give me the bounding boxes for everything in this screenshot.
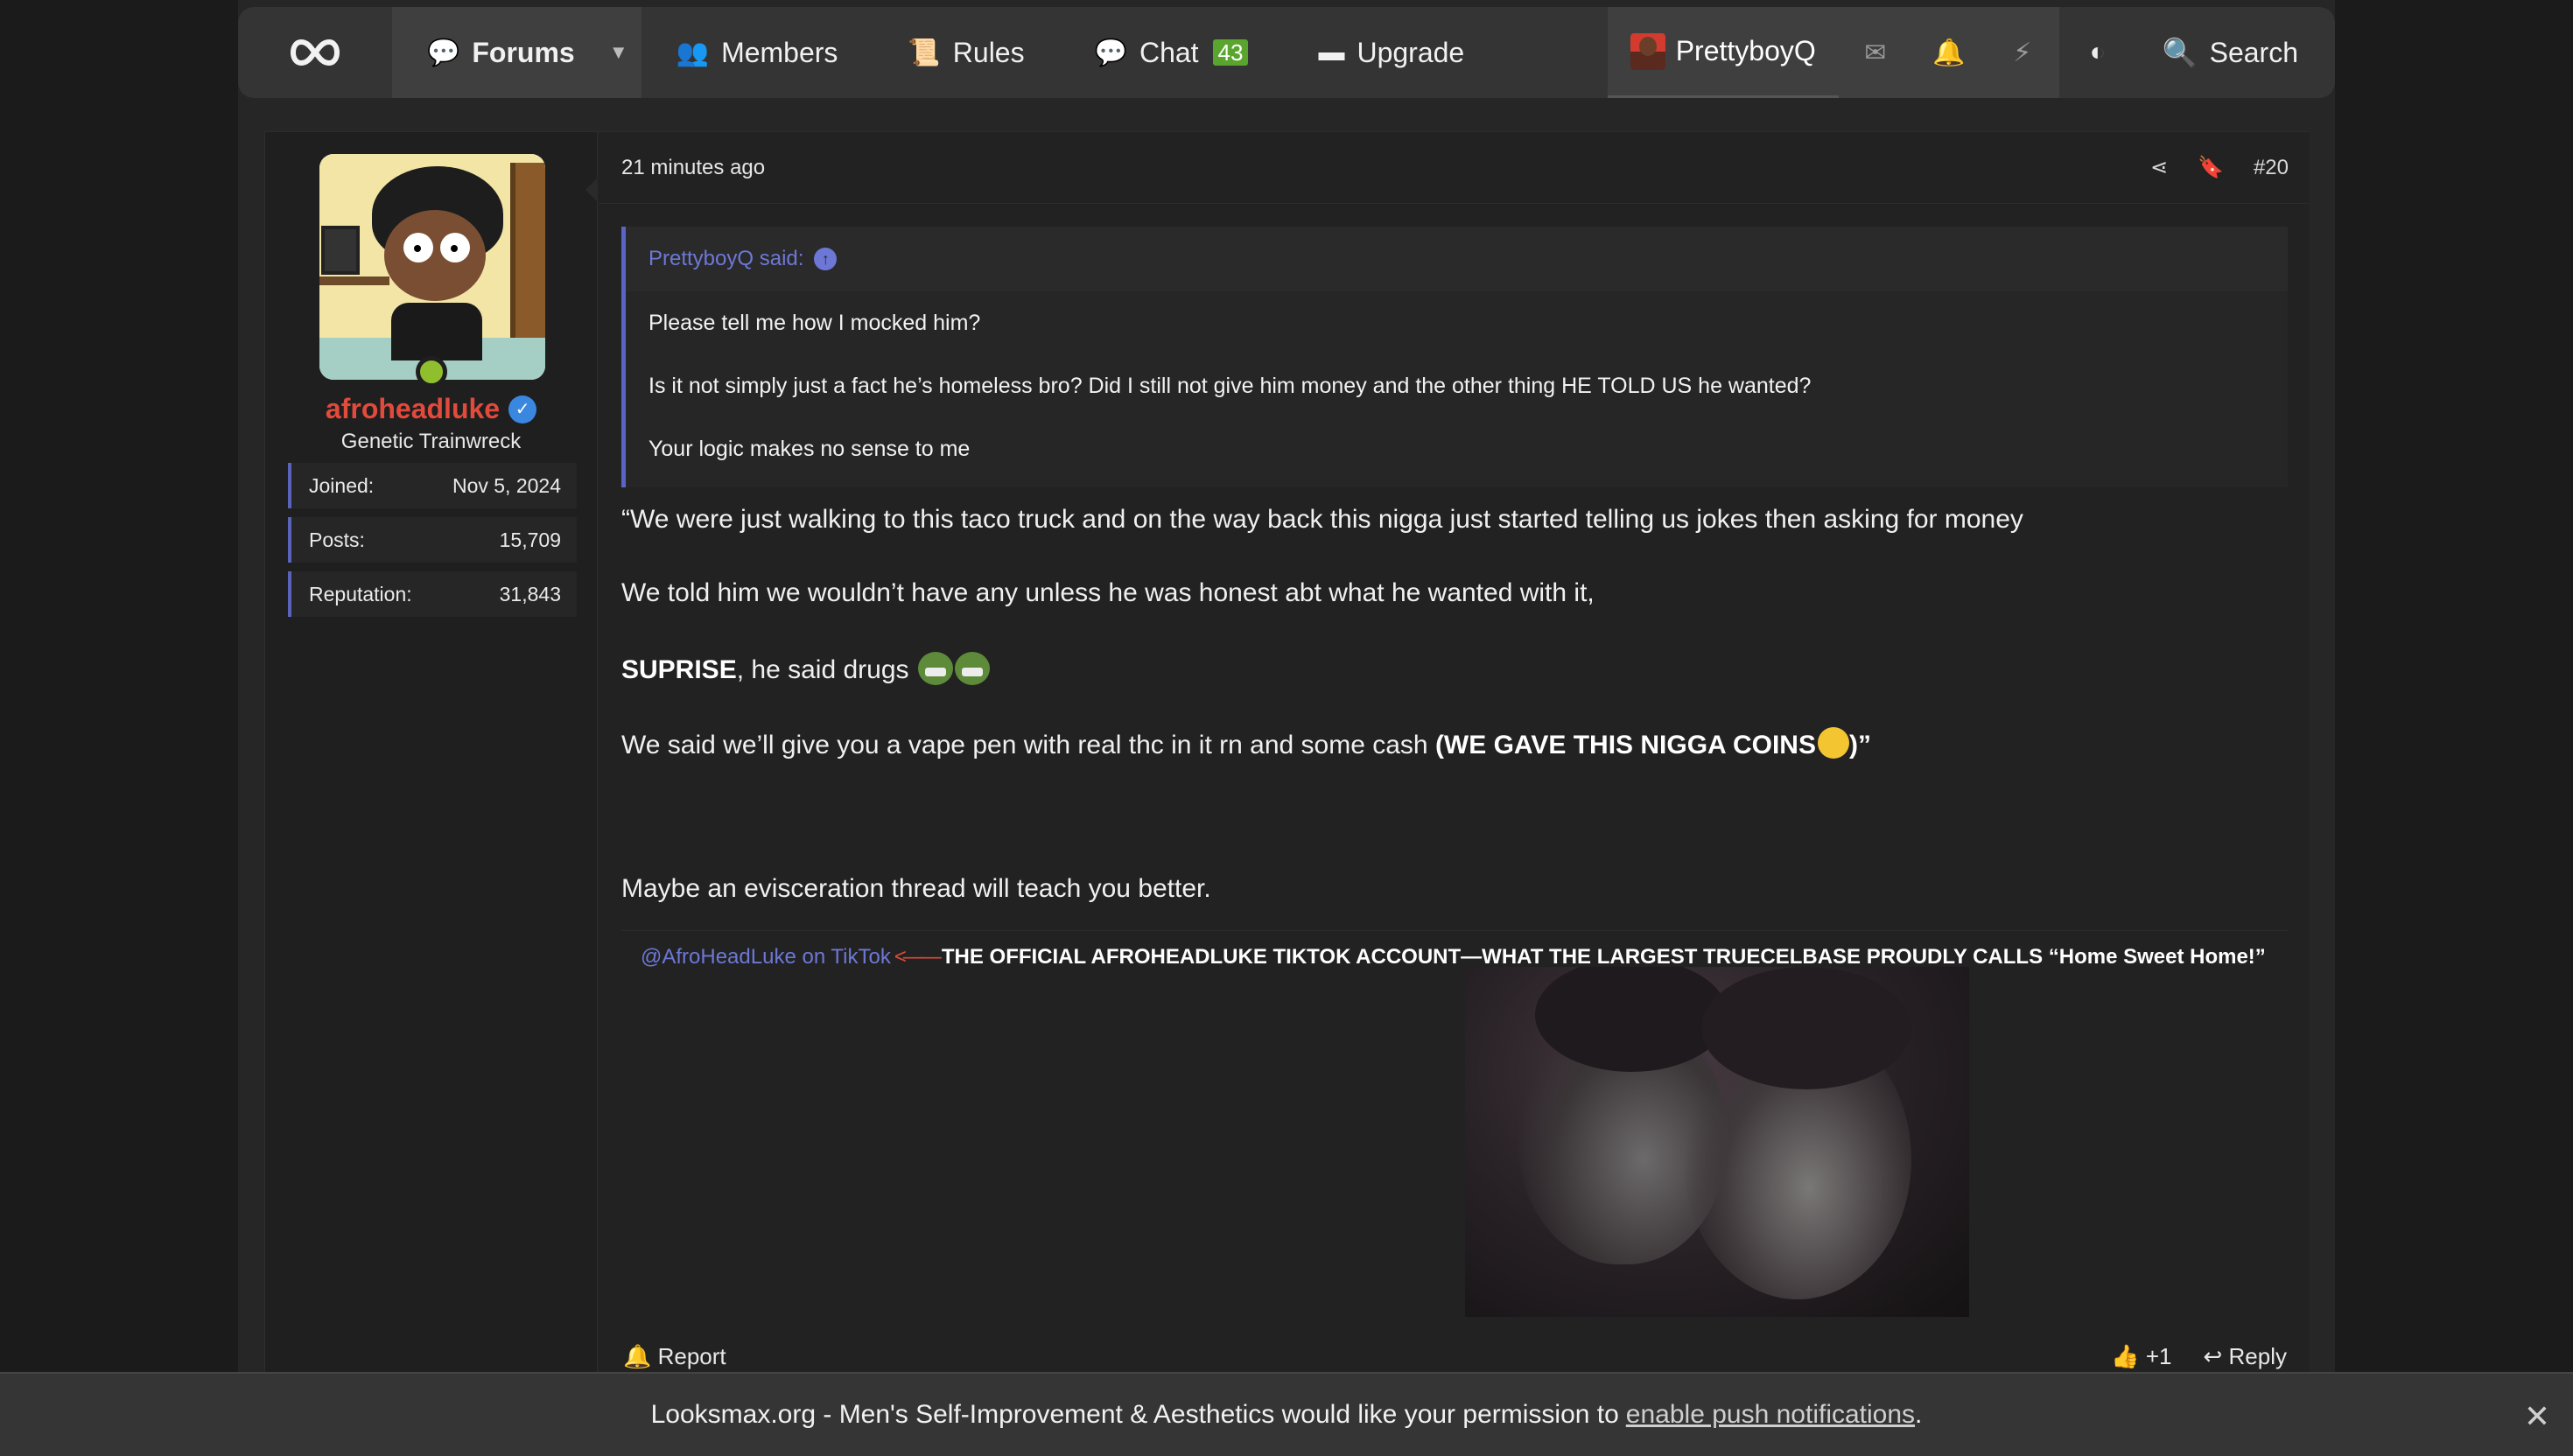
quote-line: Please tell me how I mocked him? [649, 310, 981, 335]
post-content: 21 minutes ago ⋖ 🔖 #20 PrettyboyQ said: … [599, 132, 2310, 1373]
comments-icon: 💬 [427, 38, 460, 67]
nav-forums-label: Forums [472, 36, 575, 68]
bolt-icon[interactable]: ⚡ [1986, 7, 2059, 98]
signature-arrow: <—— [894, 944, 942, 969]
nav-chat[interactable]: 💬 Chat 43 [1060, 7, 1284, 98]
post-timestamp[interactable]: 21 minutes ago [621, 156, 765, 180]
stat-posts: Posts: 15,709 [288, 517, 577, 563]
quote-line: Your logic makes no sense to me [649, 436, 971, 461]
stat-joined: Joined: Nov 5, 2024 [288, 463, 577, 508]
post-body-line: We told him we wouldn’t have any unless … [621, 578, 1595, 607]
verified-check-icon: ✓ [508, 395, 537, 424]
stat-label: Reputation: [309, 582, 412, 606]
laughing-crying-emoji-icon [1817, 727, 1849, 759]
nav-members[interactable]: 👥 Members [641, 7, 873, 98]
signature-image [1465, 967, 1969, 1317]
pepe-laugh-emoji-icon [954, 652, 990, 685]
push-notification-banner: Looksmax.org - Men's Self-Improvement & … [0, 1372, 2573, 1456]
user-title: Genetic Trainwreck [340, 430, 522, 453]
bell-icon[interactable]: 🔔 [1912, 7, 1986, 98]
bold-text: )” [1848, 731, 1871, 760]
envelope-icon[interactable]: ✉ [1839, 7, 1912, 98]
nav-account[interactable]: PrettyboyQ [1607, 7, 1839, 98]
nav-search[interactable]: 🔍 Search [2136, 7, 2335, 98]
push-banner-end: . [1915, 1400, 1923, 1429]
chevron-down-icon[interactable]: ▼ [595, 7, 641, 98]
search-icon: 🔍 [2162, 37, 2198, 68]
nav-forums[interactable]: 💬 Forums [392, 7, 596, 98]
share-icon[interactable]: ⋖ [2150, 155, 2168, 180]
chat-icon: 💬 [1094, 38, 1127, 67]
online-status-indicator [416, 356, 447, 388]
arrow-up-icon[interactable]: ↑ [814, 248, 838, 270]
nav-upgrade-label: Upgrade [1357, 36, 1465, 68]
users-icon: 👥 [676, 38, 710, 67]
reply-label: Reply [2228, 1342, 2287, 1369]
nav-username: PrettyboyQ [1675, 35, 1816, 66]
quote-block: PrettyboyQ said: ↑ Please tell me how I … [621, 227, 2288, 487]
bold-text: SUPRISE [621, 655, 737, 684]
post-header: 21 minutes ago ⋖ 🔖 #20 [599, 132, 2310, 204]
scroll-icon: 📜 [908, 38, 941, 67]
body-text: We said we’ll give you a vape pen with r… [621, 731, 1435, 760]
post-body-line: Maybe an evisceration thread will teach … [621, 874, 1211, 903]
body-text: , he said drugs [736, 655, 909, 684]
nav-members-label: Members [721, 36, 838, 68]
like-count: +1 [2145, 1342, 2172, 1369]
quote-line: Is it not simply just a fact he’s homele… [649, 373, 1812, 398]
stat-reputation: Reputation: 31,843 [288, 571, 577, 617]
like-button[interactable]: 👍 +1 [2111, 1343, 2171, 1370]
reply-button[interactable]: ↩ Reply [2203, 1343, 2287, 1370]
infinity-logo-icon [291, 38, 340, 66]
post-user-column: afroheadluke ✓ Genetic Trainwreck Joined… [265, 132, 598, 1373]
avatar [1630, 32, 1665, 70]
nav-upgrade[interactable]: ▬ Upgrade [1283, 7, 1499, 98]
report-label: Report [657, 1342, 726, 1369]
user-avatar[interactable] [319, 154, 545, 380]
stat-label: Posts: [309, 528, 365, 551]
site-logo[interactable] [238, 7, 392, 98]
enable-push-link[interactable]: enable push notifications [1626, 1400, 1915, 1430]
nav-rules[interactable]: 📜 Rules [873, 7, 1059, 98]
stat-value: Nov 5, 2024 [452, 473, 561, 497]
post-number[interactable]: #20 [2254, 156, 2289, 180]
post-body-line: SUPRISE, he said drugs [621, 652, 990, 685]
quote-author[interactable]: PrettyboyQ said: [649, 247, 803, 271]
theme-toggle-icon[interactable]: ◐ [2058, 7, 2136, 98]
push-banner-text: Looksmax.org - Men's Self-Improvement & … [650, 1400, 1619, 1429]
quote-header[interactable]: PrettyboyQ said: ↑ [626, 227, 2288, 291]
bookmark-icon[interactable]: 🔖 [2198, 155, 2224, 180]
nav-chat-label: Chat [1139, 36, 1199, 68]
top-navigation: 💬 Forums ▼ 👥 Members 📜 Rules 💬 Chat 43 ▬… [238, 7, 2335, 98]
nav-rules-label: Rules [952, 36, 1025, 68]
message-arrow [585, 178, 598, 202]
signature: @AfroHeadLuke on TikTok <—— THE OFFICIAL… [621, 930, 2288, 983]
nav-search-label: Search [2209, 36, 2298, 68]
username-link[interactable]: afroheadluke [326, 393, 500, 425]
close-icon[interactable]: ✕ [2524, 1398, 2550, 1435]
report-button[interactable]: 🔔 Report [623, 1343, 726, 1370]
bold-text: (WE GAVE THIS NIGGA COINS [1434, 731, 1816, 760]
chat-count-badge: 43 [1212, 39, 1249, 66]
post-footer: 🔔 Report 👍 +1 ↩ Reply [599, 1338, 2310, 1375]
stat-value: 31,843 [499, 582, 561, 606]
post-body-line: We said we’ll give you a vape pen with r… [621, 727, 1871, 760]
pepe-laugh-emoji-icon [917, 652, 953, 685]
credit-card-icon: ▬ [1318, 38, 1345, 66]
stat-label: Joined: [309, 473, 375, 497]
post-body-line: “We were just walking to this taco truck… [621, 505, 2023, 534]
post-author: afroheadluke ✓ [265, 393, 597, 425]
bell-icon: 🔔 [623, 1342, 652, 1369]
tiktok-link[interactable]: @AfroHeadLuke on TikTok [641, 945, 891, 970]
reply-arrow-icon: ↩ [2203, 1342, 2223, 1369]
signature-text: THE OFFICIAL AFROHEADLUKE TIKTOK ACCOUNT… [941, 944, 2266, 969]
post-message: afroheadluke ✓ Genetic Trainwreck Joined… [264, 131, 2310, 1374]
stat-value: 15,709 [499, 528, 561, 551]
thumbs-up-icon: 👍 [2111, 1342, 2140, 1369]
